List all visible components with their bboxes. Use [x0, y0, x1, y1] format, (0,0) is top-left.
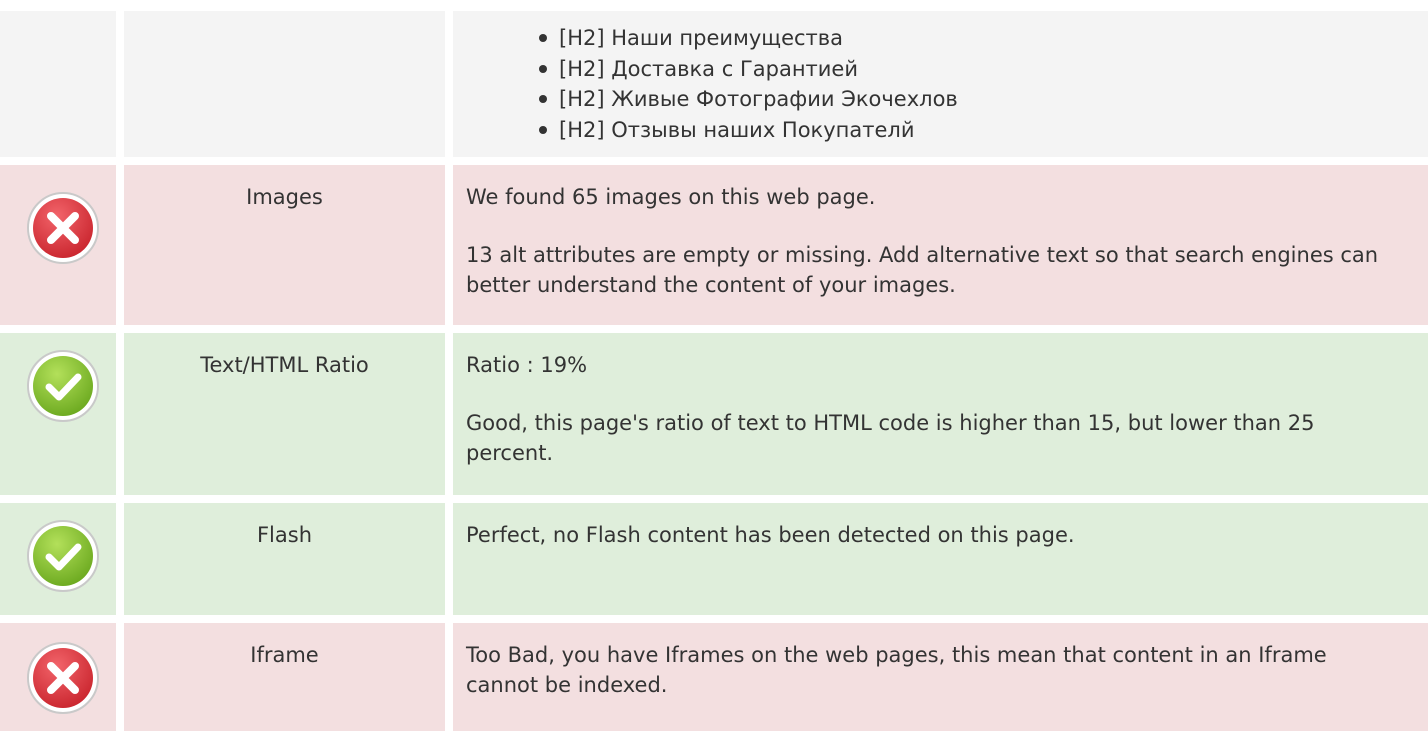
- status-cell: [0, 623, 116, 731]
- bullet-icon: [539, 34, 547, 42]
- images-row: Images We found 65 images on this web pa…: [0, 165, 1428, 325]
- check-label: Flash: [256, 523, 313, 547]
- error-x-icon: [27, 642, 99, 714]
- heading-item-text: [H2] Доставка с Гарантией: [559, 56, 858, 81]
- result-cell: Perfect, no Flash content has been detec…: [453, 503, 1428, 615]
- heading-item: [H2] Наши преимущества: [539, 23, 1428, 54]
- status-cell: [0, 503, 116, 615]
- check-icon: [27, 350, 99, 422]
- label-cell: Images: [124, 165, 445, 325]
- bullet-icon: [539, 64, 547, 73]
- result-summary: Perfect, no Flash content has been detec…: [466, 523, 1075, 547]
- status-cell: [0, 165, 116, 325]
- heading-item: [H2] Отзывы наших Покупателй: [539, 115, 1428, 146]
- headings-cell: [H2] Наши преимущества [H2] Доставка с Г…: [453, 11, 1428, 157]
- label-cell: Text/HTML Ratio: [124, 333, 445, 495]
- headings-row: [H2] Наши преимущества [H2] Доставка с Г…: [0, 11, 1428, 157]
- heading-item: [H2] Доставка с Гарантией: [539, 54, 1428, 85]
- status-cell: [0, 11, 116, 157]
- iframe-row: Iframe Too Bad, you have Iframes on the …: [0, 623, 1428, 731]
- bullet-icon: [539, 125, 547, 134]
- result-detail: Good, this page's ratio of text to HTML …: [466, 411, 1315, 465]
- label-cell: Flash: [124, 503, 445, 615]
- result-cell: Too Bad, you have Iframes on the web pag…: [453, 623, 1428, 731]
- heading-item-text: [H2] Отзывы наших Покупателй: [559, 117, 915, 142]
- ratio-row: Text/HTML Ratio Ratio : 19% Good, this p…: [0, 333, 1428, 495]
- label-cell: [124, 11, 445, 157]
- status-cell: [0, 333, 116, 495]
- label-cell: Iframe: [124, 623, 445, 731]
- heading-item-text: [H2] Наши преимущества: [559, 26, 844, 50]
- headings-list: [H2] Наши преимущества [H2] Доставка с Г…: [453, 11, 1428, 145]
- check-icon: [27, 520, 99, 592]
- error-x-icon: [27, 192, 99, 264]
- heading-item-text: [H2] Живые Фотографии Экочехлов: [559, 87, 958, 111]
- result-cell: We found 65 images on this web page. 13 …: [453, 165, 1428, 325]
- check-label: Iframe: [250, 643, 319, 667]
- result-detail: 13 alt attributes are empty or missing. …: [466, 243, 1379, 297]
- flash-row: Flash Perfect, no Flash content has been…: [0, 503, 1428, 615]
- check-label: Text/HTML Ratio: [200, 353, 369, 377]
- heading-item: [H2] Живые Фотографии Экочехлов: [539, 84, 1428, 115]
- result-summary: Too Bad, you have Iframes on the web pag…: [466, 643, 1327, 697]
- result-summary: We found 65 images on this web page.: [466, 185, 876, 209]
- check-label: Images: [246, 185, 323, 209]
- result-cell: Ratio : 19% Good, this page's ratio of t…: [453, 333, 1428, 495]
- bullet-icon: [539, 95, 547, 103]
- result-summary: Ratio : 19%: [466, 353, 588, 377]
